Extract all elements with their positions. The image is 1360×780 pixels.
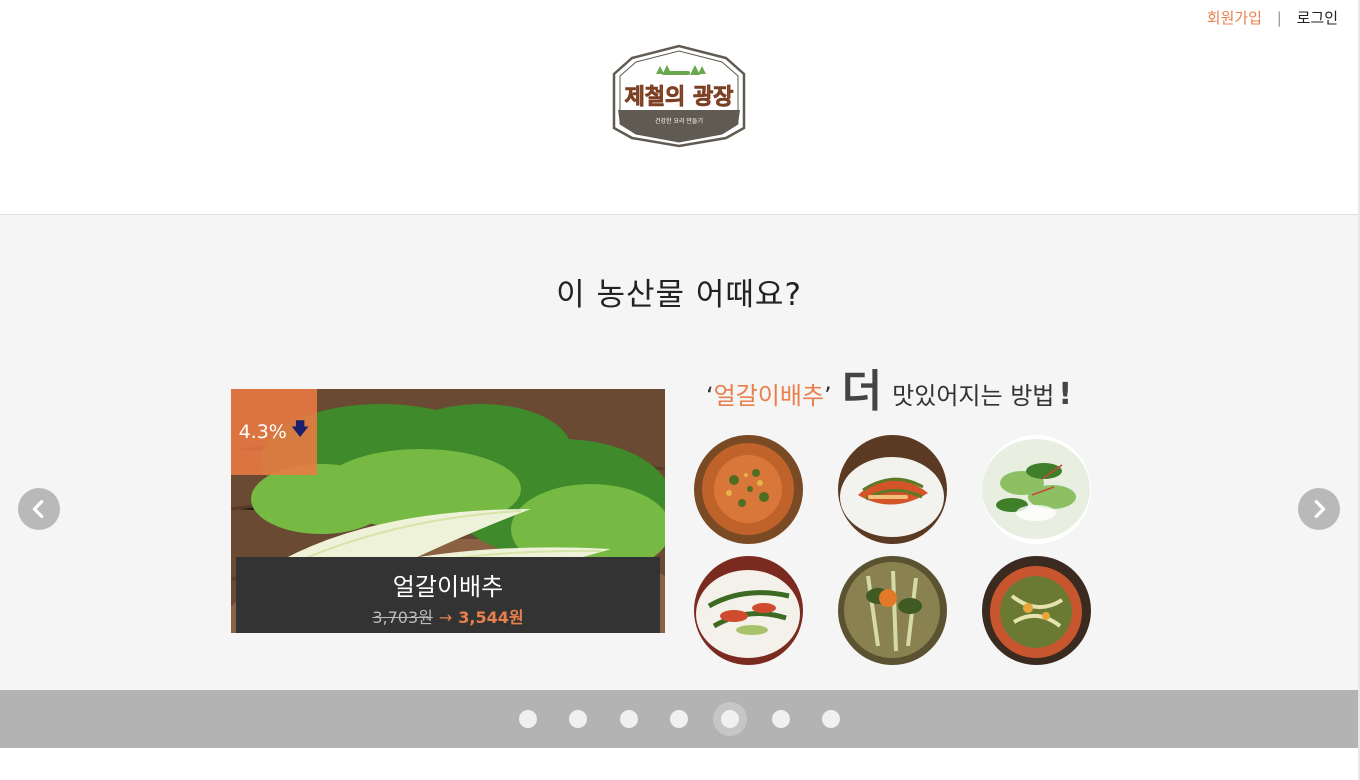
product-card[interactable]: 4.3% 🡇 얼갈이배추 3,703원 → 3,544원 xyxy=(231,389,665,633)
quote-open: ‘ xyxy=(706,382,714,410)
recipe-thumbnail-5[interactable] xyxy=(838,556,947,665)
recipe-thumbnail-4[interactable] xyxy=(694,556,803,665)
chevron-right-icon xyxy=(1314,500,1326,518)
chevron-left-icon xyxy=(32,500,44,518)
discount-badge: 4.3% 🡇 xyxy=(231,389,317,475)
product-name: 얼갈이배추 xyxy=(392,573,504,601)
recipe-image xyxy=(694,556,803,665)
recipe-thumbnail-1[interactable] xyxy=(694,435,803,544)
pager-dot-4[interactable] xyxy=(670,710,688,728)
recipe-image xyxy=(838,435,947,544)
signup-link[interactable]: 회원가입 xyxy=(1207,9,1262,27)
recipe-image xyxy=(694,435,803,544)
pager-dot-3[interactable] xyxy=(620,710,638,728)
discount-value: 4.3% xyxy=(238,421,287,443)
logo-tagline: 건강한 요리 만들기 xyxy=(655,117,703,125)
link-separator: | xyxy=(1276,9,1282,27)
recipe-image xyxy=(838,556,947,665)
produce-carousel: 이 농산물 어때요? 4.3% 🡇 얼갈이배추 3,703원 → 3,544원 … xyxy=(0,215,1358,690)
pager-dot-1[interactable] xyxy=(519,710,537,728)
site-header: 회원가입 | 로그인 제철의 광장 건강한 요리 만들기 xyxy=(0,0,1358,215)
recipe-heading-rest: 맛있어지는 방법 xyxy=(892,382,1055,410)
logo-title: 제철의 광장 xyxy=(625,85,734,110)
recipe-thumbnail-6[interactable] xyxy=(982,556,1091,665)
recipe-image xyxy=(982,435,1091,544)
new-price: 3,544원 xyxy=(458,608,524,627)
product-caption: 얼갈이배추 3,703원 → 3,544원 xyxy=(236,557,660,633)
login-link[interactable]: 로그인 xyxy=(1297,9,1338,27)
pager-dot-7[interactable] xyxy=(822,710,840,728)
recipe-thumbnail-3[interactable] xyxy=(982,435,1091,544)
old-price: 3,703원 xyxy=(372,608,433,627)
exclamation: ! xyxy=(1058,377,1073,412)
account-links: 회원가입 | 로그인 xyxy=(1207,7,1338,28)
recipe-heading: ‘얼갈이배추’ 더 맛있어지는 방법! xyxy=(706,355,1072,419)
site-logo[interactable]: 제철의 광장 건강한 요리 만들기 xyxy=(610,44,748,148)
recipe-thumbnail-2[interactable] xyxy=(838,435,947,544)
recipe-image xyxy=(982,556,1091,665)
emphasis-word: 더 xyxy=(841,366,883,417)
pager-dot-6[interactable] xyxy=(772,710,790,728)
pager-dot-5[interactable] xyxy=(721,710,739,728)
price-arrow: → xyxy=(438,608,453,627)
product-prices: 3,703원 → 3,544원 xyxy=(236,604,660,628)
quote-close: ’ xyxy=(824,382,832,410)
carousel-prev-button[interactable] xyxy=(18,488,60,530)
recipe-vegetable: 얼갈이배추 xyxy=(713,382,825,410)
carousel-next-button[interactable] xyxy=(1298,488,1340,530)
carousel-pager xyxy=(0,690,1358,748)
pager-dot-2[interactable] xyxy=(569,710,587,728)
arrow-down-icon: 🡇 xyxy=(290,419,310,440)
section-title: 이 농산물 어때요? xyxy=(556,277,802,313)
